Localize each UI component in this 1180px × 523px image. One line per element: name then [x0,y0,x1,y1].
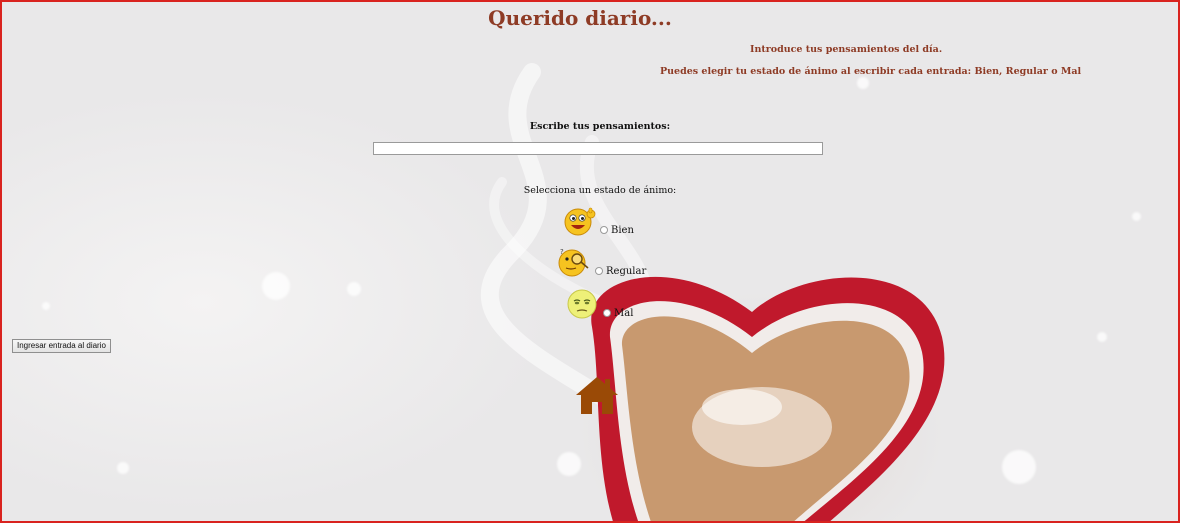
submit-entry-button[interactable]: Ingresar entrada al diario [12,339,111,353]
intro-text: Introduce tus pensamientos del día. [750,44,943,55]
mood-radio-regular[interactable] [595,267,603,275]
mood-radio-bien[interactable] [600,226,608,234]
snow-dot [347,282,361,296]
mood-option-mal: Mal [565,288,633,320]
snow-dot [42,302,50,310]
snow-dot [1097,332,1107,342]
mood-instructions-text: Puedes elegir tu estado de ánimo al escr… [660,66,1082,77]
happy-face-icon [564,207,596,236]
snow-dot [117,462,129,474]
thoughts-input[interactable] [373,142,823,155]
snow-dot [262,272,290,300]
mood-option-regular: ? Regular [557,246,646,278]
mood-label-mal: Mal [614,308,634,319]
page-title: Querido diario... [488,6,672,30]
mood-label-bien: Bien [611,225,634,236]
snow-dot [1002,450,1036,484]
thoughts-label: Escribe tus pensamientos: [529,121,671,132]
svg-text:?: ? [560,248,564,256]
mood-radio-mal[interactable] [603,309,611,317]
snow-dot [857,77,869,89]
mood-label-regular: Regular [606,266,647,277]
mood-label: Selecciona un estado de ánimo: [523,185,677,196]
page-frame: Querido diario... Introduce tus pensamie… [0,0,1180,523]
sad-face-icon [567,289,597,319]
home-icon[interactable] [574,374,620,416]
mood-option-bien: Bien [562,205,634,237]
snow-dot [1132,212,1141,221]
thinking-face-icon: ? [558,248,589,277]
